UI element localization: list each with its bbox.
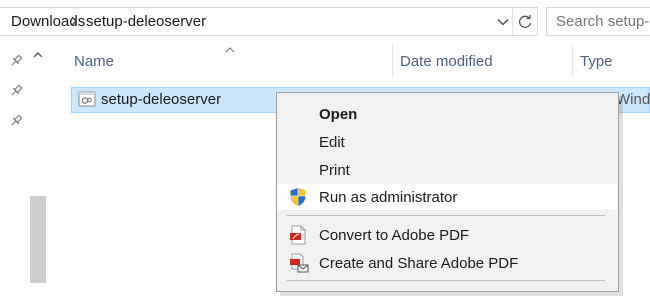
search-input[interactable]: Search setup-deleoserver [546, 7, 650, 36]
menu-item-label: Create and Share Adobe PDF [319, 255, 519, 272]
column-header-type[interactable]: Type [580, 53, 613, 70]
pin-icon[interactable] [9, 54, 23, 68]
menu-item-print[interactable]: Print [278, 157, 617, 183]
menu-item-label: Edit [319, 134, 345, 151]
scrollbar-thumb[interactable] [30, 196, 46, 283]
search-placeholder: Search setup-deleoserver [556, 13, 650, 30]
chevron-down-icon[interactable] [494, 8, 512, 35]
address-bar[interactable]: Downloads setup-deleoserver [0, 7, 538, 36]
refresh-icon[interactable] [512, 8, 537, 35]
menu-item-run-as-administrator[interactable]: Run as administrator [278, 184, 617, 210]
adobe-pdf-icon [289, 225, 307, 249]
menu-item-convert-to-adobe-pdf[interactable]: Convert to Adobe PDF [278, 222, 617, 248]
menu-item-edit[interactable]: Edit [278, 129, 617, 155]
uac-shield-icon [289, 187, 307, 211]
column-divider[interactable] [392, 45, 393, 77]
pin-icon[interactable] [9, 114, 23, 128]
context-menu: Open Edit Print Run as administrator Con… [276, 92, 619, 292]
column-divider[interactable] [572, 45, 573, 77]
sort-ascending-icon [224, 41, 236, 58]
menu-separator [287, 215, 605, 216]
file-name: setup-deleoserver [101, 91, 222, 108]
column-header-name[interactable]: Name [74, 53, 114, 70]
scroll-up-icon[interactable] [30, 48, 46, 62]
column-header-date-modified[interactable]: Date modified [400, 53, 493, 70]
menu-separator [287, 280, 605, 281]
menu-item-label: Open [319, 106, 358, 123]
batch-file-icon [78, 91, 96, 111]
adobe-pdf-share-icon [289, 253, 309, 277]
pin-icon[interactable] [9, 84, 23, 98]
menu-item-label: Run as administrator [319, 189, 458, 206]
breadcrumb-setup-deleoserver[interactable]: setup-deleoserver [86, 13, 206, 30]
menu-item-open[interactable]: Open [278, 101, 617, 127]
menu-item-create-and-share-adobe-pdf[interactable]: Create and Share Adobe PDF [278, 250, 617, 276]
menu-item-label: Print [319, 162, 350, 179]
chevron-right-icon[interactable] [69, 12, 79, 33]
menu-item-label: Convert to Adobe PDF [319, 227, 470, 244]
